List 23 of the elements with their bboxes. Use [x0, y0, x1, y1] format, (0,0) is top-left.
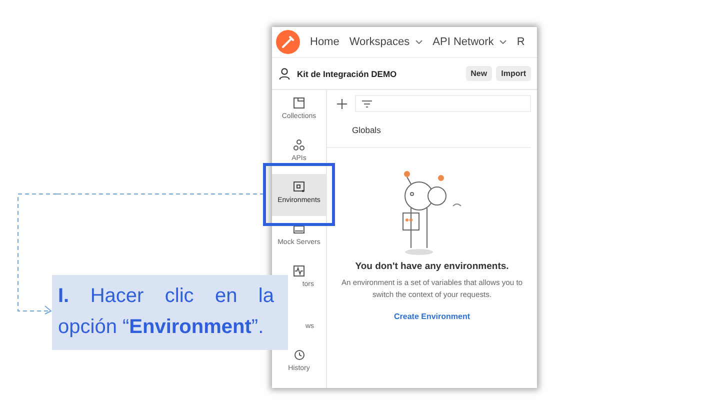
logo-icon — [276, 30, 300, 54]
sidebar-icon — [293, 139, 305, 151]
highlight-frame — [263, 163, 335, 226]
user-icon — [279, 68, 290, 80]
workspace-name: Kit de Integración DEMO — [297, 68, 398, 78]
create-environment-link[interactable]: Create Environment — [394, 312, 470, 321]
filter-icon — [362, 100, 372, 108]
workspace-button[interactable]: New — [466, 66, 492, 81]
sidebar-icon — [293, 181, 305, 193]
sidebar-icon — [293, 97, 305, 109]
environment-list-item[interactable]: Globals — [327, 112, 531, 148]
nav-item[interactable]: API Network — [432, 36, 507, 48]
nav-item[interactable]: Workspaces — [349, 36, 423, 48]
nav-item[interactable]: R — [516, 36, 525, 48]
add-icon[interactable] — [337, 98, 347, 108]
empty-state-title: You don't have any environments. — [355, 261, 509, 272]
filter-field[interactable] — [355, 95, 531, 112]
workspace-button[interactable]: Import — [496, 66, 531, 81]
sidebar-icon — [293, 349, 305, 361]
sidebar-icon — [293, 223, 305, 235]
instruction-callout: I. Hacer clic en la opción “Environment”. — [52, 275, 288, 350]
nav-item[interactable]: Home — [310, 36, 340, 48]
sidebar-icon — [293, 265, 305, 277]
